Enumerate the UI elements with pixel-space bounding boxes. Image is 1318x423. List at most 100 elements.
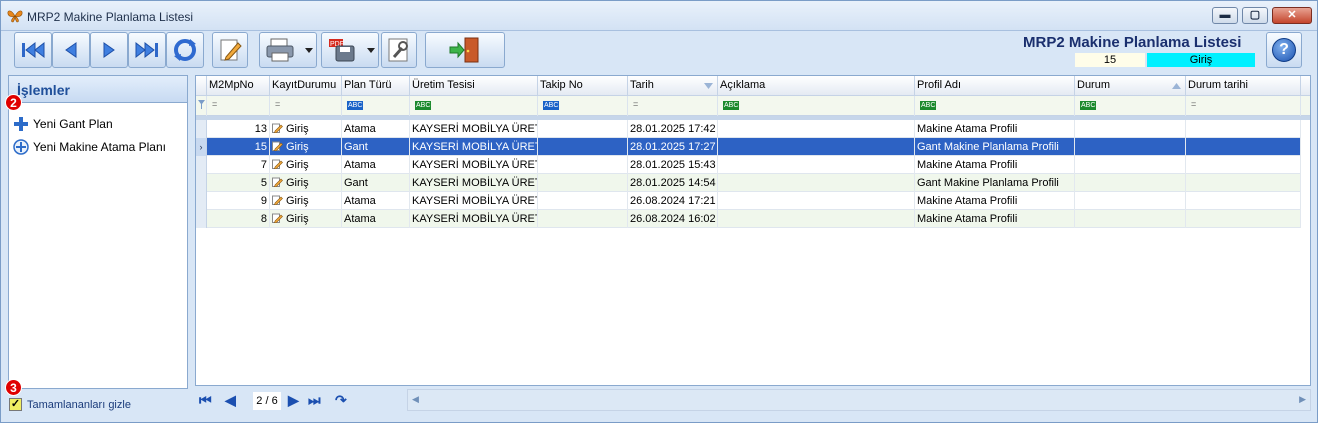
pdf-export-button[interactable]: PDF bbox=[321, 32, 379, 68]
table-row[interactable]: 8 Giriş Atama KAYSERİ MOBİLYA ÜRETİ 26.08.20… bbox=[196, 210, 1301, 228]
cell-no[interactable]: 8 bbox=[207, 210, 270, 228]
cell-no[interactable]: 9 bbox=[207, 192, 270, 210]
row-indicator[interactable] bbox=[196, 156, 207, 174]
refresh-button[interactable] bbox=[166, 32, 204, 68]
cell-state[interactable] bbox=[1075, 138, 1186, 156]
filter-cell-date[interactable]: = bbox=[628, 96, 718, 116]
cell-type[interactable]: Atama bbox=[342, 192, 410, 210]
cell-state_date[interactable] bbox=[1186, 156, 1301, 174]
nav-next-icon[interactable]: ▶ bbox=[288, 392, 299, 409]
cell-state[interactable] bbox=[1075, 192, 1186, 210]
table-row[interactable]: › 15 Giriş Gant KAYSERİ MOBİLYA ÜRETİ 28.01.2… bbox=[196, 138, 1301, 156]
cell-track[interactable] bbox=[538, 156, 628, 174]
cell-state_date[interactable] bbox=[1186, 192, 1301, 210]
cell-status[interactable]: Giriş bbox=[270, 138, 342, 156]
new-gantt-plan-link[interactable]: Yeni Gant Plan bbox=[13, 116, 113, 132]
scroll-left-icon[interactable]: ◀ bbox=[412, 394, 419, 405]
table-row[interactable]: 13 Giriş Atama KAYSERİ MOBİLYA ÜRETİ 28.01.2… bbox=[196, 120, 1301, 138]
previous-record-button[interactable] bbox=[52, 32, 90, 68]
cell-facility[interactable]: KAYSERİ MOBİLYA ÜRETİ bbox=[410, 174, 538, 192]
nav-redo-icon[interactable]: ↷ bbox=[335, 392, 347, 409]
cell-state[interactable] bbox=[1075, 156, 1186, 174]
title-bar[interactable]: MRP2 Makine Planlama Listesi ▬ ▢ ✕ bbox=[1, 1, 1317, 31]
last-record-button[interactable] bbox=[128, 32, 166, 68]
cell-track[interactable] bbox=[538, 120, 628, 138]
cell-facility[interactable]: KAYSERİ MOBİLYA ÜRETİ bbox=[410, 120, 538, 138]
cell-type[interactable]: Gant bbox=[342, 138, 410, 156]
table-row[interactable]: 5 Giriş Gant KAYSERİ MOBİLYA ÜRETİ 28.01.202… bbox=[196, 174, 1301, 192]
column-header[interactable]: Takip No bbox=[538, 76, 628, 96]
next-record-button[interactable] bbox=[90, 32, 128, 68]
cell-facility[interactable]: KAYSERİ MOBİLYA ÜRETİ bbox=[410, 192, 538, 210]
row-indicator[interactable] bbox=[196, 174, 207, 192]
column-header[interactable]: Profil Adı bbox=[915, 76, 1075, 96]
cell-desc[interactable] bbox=[718, 120, 915, 138]
filter-cell-profile[interactable]: ABC bbox=[915, 96, 1075, 116]
row-indicator[interactable] bbox=[196, 120, 207, 138]
filter-cell-state[interactable]: ABC bbox=[1075, 96, 1186, 116]
nav-first-icon[interactable]: ⏮ bbox=[199, 392, 212, 409]
new-machine-assignment-link[interactable]: Yeni Makine Atama Planı bbox=[13, 139, 166, 155]
row-indicator[interactable]: › bbox=[196, 138, 207, 156]
column-header[interactable]: Durum tarihi bbox=[1186, 76, 1301, 96]
scroll-right-icon[interactable]: ▶ bbox=[1299, 394, 1306, 405]
cell-track[interactable] bbox=[538, 210, 628, 228]
column-header[interactable]: Plan Türü bbox=[342, 76, 410, 96]
cell-profile[interactable]: Makine Atama Profili bbox=[915, 192, 1075, 210]
help-button[interactable]: ? bbox=[1266, 32, 1302, 68]
cell-no[interactable]: 7 bbox=[207, 156, 270, 174]
cell-facility[interactable]: KAYSERİ MOBİLYA ÜRETİ bbox=[410, 138, 538, 156]
cell-desc[interactable] bbox=[718, 174, 915, 192]
cell-track[interactable] bbox=[538, 138, 628, 156]
edit-button[interactable] bbox=[212, 32, 248, 68]
cell-desc[interactable] bbox=[718, 156, 915, 174]
cell-no[interactable]: 5 bbox=[207, 174, 270, 192]
row-indicator[interactable] bbox=[196, 210, 207, 228]
maximize-button[interactable]: ▢ bbox=[1242, 7, 1268, 24]
cell-desc[interactable] bbox=[718, 210, 915, 228]
first-record-button[interactable] bbox=[14, 32, 52, 68]
cell-state[interactable] bbox=[1075, 174, 1186, 192]
column-header[interactable]: Açıklama bbox=[718, 76, 915, 96]
cell-profile[interactable]: Makine Atama Profili bbox=[915, 156, 1075, 174]
column-header[interactable]: Üretim Tesisi bbox=[410, 76, 538, 96]
filter-cell-facility[interactable]: ABC bbox=[410, 96, 538, 116]
filter-cell-type[interactable]: ABC bbox=[342, 96, 410, 116]
table-row[interactable]: 7 Giriş Atama KAYSERİ MOBİLYA ÜRETİ 28.01.20… bbox=[196, 156, 1301, 174]
cell-no[interactable]: 13 bbox=[207, 120, 270, 138]
hide-completed-checkbox[interactable]: ✓ Tamamlananları gizle bbox=[9, 398, 131, 411]
filter-cell-status[interactable]: = bbox=[270, 96, 342, 116]
cell-status[interactable]: Giriş bbox=[270, 192, 342, 210]
cell-status[interactable]: Giriş bbox=[270, 174, 342, 192]
cell-profile[interactable]: Makine Atama Profili bbox=[915, 120, 1075, 138]
cell-profile[interactable]: Makine Atama Profili bbox=[915, 210, 1075, 228]
cell-facility[interactable]: KAYSERİ MOBİLYA ÜRETİ bbox=[410, 156, 538, 174]
cell-track[interactable] bbox=[538, 192, 628, 210]
filter-cell-no[interactable]: = bbox=[207, 96, 270, 116]
table-row[interactable]: 9 Giriş Atama KAYSERİ MOBİLYA ÜRETİ 26.08.20… bbox=[196, 192, 1301, 210]
filter-icon[interactable] bbox=[196, 96, 207, 116]
cell-type[interactable]: Atama bbox=[342, 210, 410, 228]
cell-facility[interactable]: KAYSERİ MOBİLYA ÜRETİ bbox=[410, 210, 538, 228]
cell-status[interactable]: Giriş bbox=[270, 210, 342, 228]
print-dropdown-icon[interactable] bbox=[305, 48, 313, 53]
cell-state_date[interactable] bbox=[1186, 210, 1301, 228]
cell-desc[interactable] bbox=[718, 192, 915, 210]
cell-no[interactable]: 15 bbox=[207, 138, 270, 156]
cell-track[interactable] bbox=[538, 174, 628, 192]
cell-profile[interactable]: Gant Makine Planlama Profili bbox=[915, 174, 1075, 192]
nav-last-icon[interactable]: ⏭ bbox=[308, 392, 321, 409]
cell-status[interactable]: Giriş bbox=[270, 120, 342, 138]
filter-cell-desc[interactable]: ABC bbox=[718, 96, 915, 116]
cell-desc[interactable] bbox=[718, 138, 915, 156]
cell-date[interactable]: 28.01.2025 17:42 bbox=[628, 120, 718, 138]
column-header[interactable]: KayıtDurumu bbox=[270, 76, 342, 96]
filter-cell-state-date[interactable]: = bbox=[1186, 96, 1301, 116]
cell-date[interactable]: 26.08.2024 16:02 bbox=[628, 210, 718, 228]
column-header[interactable]: M2MpNo bbox=[207, 76, 270, 96]
cell-state[interactable] bbox=[1075, 210, 1186, 228]
cell-state[interactable] bbox=[1075, 120, 1186, 138]
pdf-dropdown-icon[interactable] bbox=[367, 48, 375, 53]
column-header-sorted[interactable]: Durum bbox=[1075, 76, 1186, 96]
cell-type[interactable]: Gant bbox=[342, 174, 410, 192]
